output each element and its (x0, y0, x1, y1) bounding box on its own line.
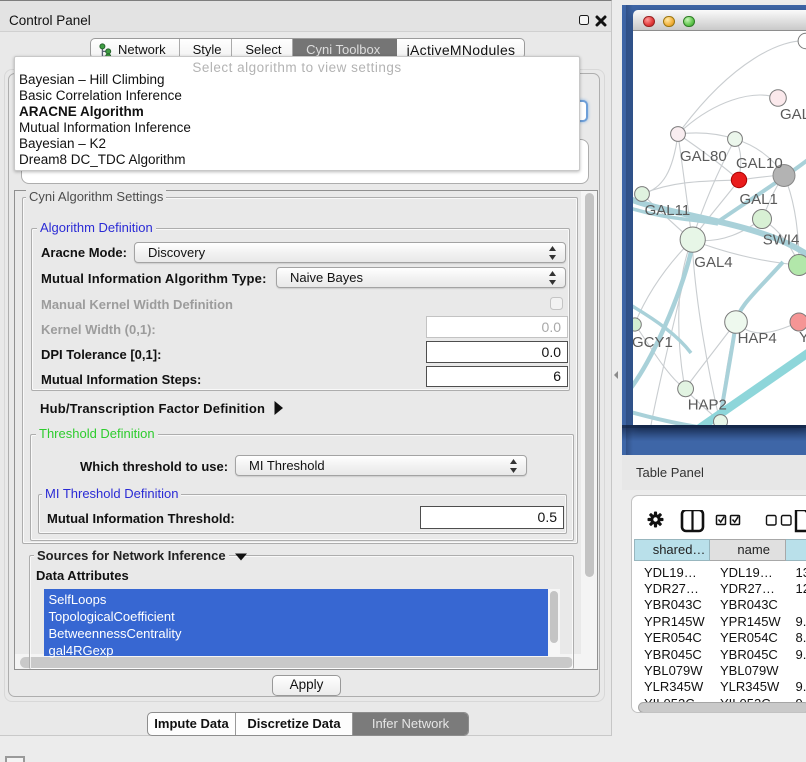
svg-text:GAL4: GAL4 (694, 254, 732, 271)
svg-text:GCY1: GCY1 (633, 334, 673, 351)
svg-text:YE: YE (799, 329, 806, 346)
svg-text:SWI4: SWI4 (763, 232, 800, 249)
svg-text:HAP2: HAP2 (688, 397, 727, 414)
svg-text:GAL1: GAL1 (740, 191, 778, 208)
svg-text:GAL7: GAL7 (780, 106, 806, 123)
svg-text:GAL10: GAL10 (736, 155, 783, 172)
svg-text:GAL80: GAL80 (680, 148, 727, 165)
svg-text:HAP4: HAP4 (738, 330, 777, 347)
svg-text:GAL11: GAL11 (645, 202, 691, 219)
